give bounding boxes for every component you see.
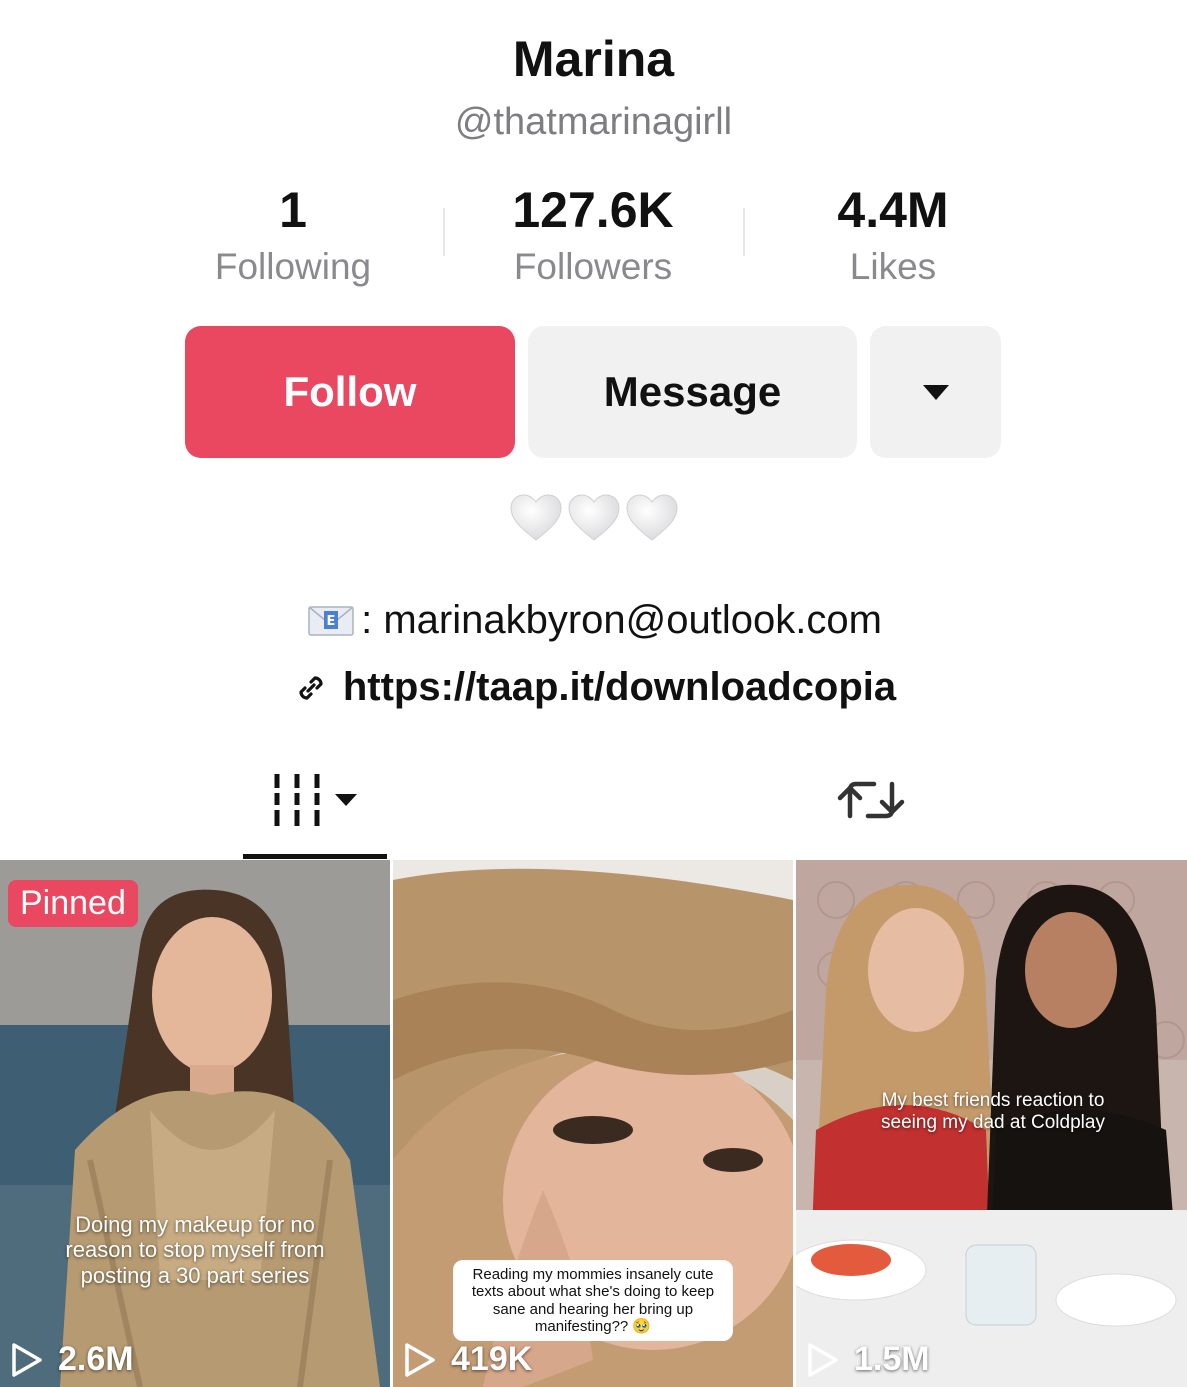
profile-stats: 1 Following 127.6K Followers 4.4M Likes <box>143 180 1043 290</box>
stat-divider <box>443 208 445 256</box>
stat-following-label: Following <box>214 246 372 287</box>
grid-icon <box>274 774 320 826</box>
video-grid: Pinned Doing my makeup for no reason to … <box>0 860 1187 1387</box>
stat-divider <box>743 208 745 256</box>
view-count-value: 419K <box>451 1340 533 1378</box>
view-count: 1.5M <box>806 1340 930 1379</box>
stat-followers-label: Followers <box>513 246 673 287</box>
stat-following[interactable]: 1 Following <box>143 180 443 290</box>
message-button[interactable]: Message <box>528 326 857 458</box>
link-icon <box>299 675 323 700</box>
stat-likes-label: Likes <box>849 246 937 287</box>
stat-following-value: 1 <box>279 182 307 238</box>
pinned-badge: Pinned <box>8 880 138 927</box>
stat-likes[interactable]: 4.4M Likes <box>743 180 1043 290</box>
stat-followers-value: 127.6K <box>512 182 674 238</box>
bio-hearts <box>508 490 680 550</box>
view-count: 419K <box>403 1340 532 1379</box>
video-thumbnail[interactable]: Reading my mommies insanely cute texts a… <box>393 860 793 1387</box>
active-tab-indicator <box>243 854 387 859</box>
bio-link-line[interactable]: https://taap.it/downloadcopia <box>0 665 1187 710</box>
caret-down-icon <box>335 794 357 806</box>
view-count-value: 1.5M <box>854 1340 930 1378</box>
view-count-value: 2.6M <box>58 1340 134 1378</box>
stat-followers[interactable]: 127.6K Followers <box>443 180 743 290</box>
video-thumbnail[interactable]: Pinned Doing my makeup for no reason to … <box>0 860 390 1387</box>
bio-link[interactable]: https://taap.it/downloadcopia <box>343 665 896 710</box>
follow-button[interactable]: Follow <box>185 326 515 458</box>
video-caption: Doing my makeup for no reason to stop my… <box>65 1212 325 1288</box>
bio-email-prefix: : <box>361 598 384 642</box>
video-thumbnail[interactable]: My best friends reaction to seeing my da… <box>796 860 1187 1387</box>
bio-email-line: E : marinakbyron@outlook.com <box>0 598 1187 643</box>
more-options-button[interactable] <box>870 326 1001 458</box>
profile-handle: @thatmarinagirll <box>454 101 733 143</box>
white-heart-icon <box>626 494 678 541</box>
video-caption: My best friends reaction to seeing my da… <box>881 1090 1105 1133</box>
caret-down-icon <box>922 384 949 400</box>
stat-likes-value: 4.4M <box>837 182 949 238</box>
play-icon <box>405 1342 435 1377</box>
video-thumbnail-image <box>0 860 390 1387</box>
view-count: 2.6M <box>10 1340 134 1379</box>
profile-name: Marina <box>512 31 675 87</box>
white-heart-icon <box>568 494 620 541</box>
white-heart-icon <box>510 494 562 541</box>
play-icon <box>12 1342 42 1377</box>
tab-reposts[interactable] <box>836 753 906 830</box>
svg-text:E: E <box>327 614 336 629</box>
tab-videos[interactable] <box>262 770 372 830</box>
video-caption: Reading my mommies insanely cute texts a… <box>453 1260 733 1341</box>
envelope-icon: E <box>308 605 354 636</box>
repost-icon <box>837 753 905 819</box>
bio-email[interactable]: marinakbyron@outlook.com <box>383 598 882 643</box>
play-icon <box>808 1342 838 1377</box>
